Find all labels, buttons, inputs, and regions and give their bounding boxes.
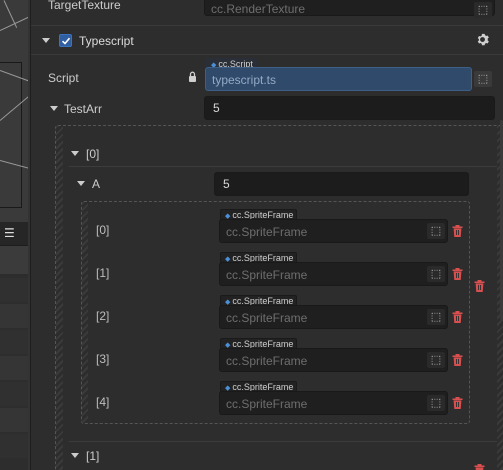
- list-item[interactable]: [0, 330, 28, 354]
- a-item-label: [1]: [96, 266, 110, 280]
- sprite-frame-field[interactable]: cc.SpriteFrame ⬚: [219, 262, 448, 286]
- target-texture-value: cc.RenderTexture: [211, 2, 306, 16]
- sprite-frame-value: cc.SpriteFrame: [226, 225, 308, 239]
- component-enabled-checkbox[interactable]: [59, 34, 72, 47]
- a-item-label: [3]: [96, 352, 110, 366]
- left-panel: ☰: [0, 0, 30, 470]
- element-1-collapse-icon[interactable]: [71, 453, 79, 458]
- component-title: Typescript: [79, 34, 134, 48]
- a-collapse-icon[interactable]: [77, 181, 85, 186]
- a-item-row: [2] ◆ cc.SpriteFrame cc.SpriteFrame ⬚: [31, 295, 503, 331]
- element-0-label: [0]: [86, 147, 100, 161]
- sprite-frame-field[interactable]: cc.SpriteFrame ⬚: [219, 391, 448, 415]
- testarr-size-input[interactable]: 5: [204, 96, 495, 120]
- script-value: typescript.ts: [212, 73, 277, 87]
- list-item[interactable]: [0, 434, 28, 458]
- a-item-label: [2]: [96, 309, 110, 323]
- inspector-panel: TargetTexture cc.RenderTexture ⬚ Typescr…: [30, 0, 503, 470]
- component-header[interactable]: Typescript: [31, 26, 503, 54]
- pick-asset-icon[interactable]: ⬚: [427, 395, 445, 411]
- divider: [31, 54, 503, 55]
- a-size-input[interactable]: 5: [214, 172, 469, 196]
- a-item-row: [0] ◆ cc.SpriteFrame cc.SpriteFrame ⬚: [31, 209, 503, 245]
- scene-view-remnant[interactable]: [0, 0, 28, 222]
- lock-icon: [188, 71, 197, 85]
- sprite-frame-field[interactable]: cc.SpriteFrame ⬚: [219, 219, 448, 243]
- element-1-trash-icon[interactable]: [474, 464, 486, 470]
- element-1-label: [1]: [86, 449, 100, 463]
- target-texture-pick-icon[interactable]: ⬚: [474, 2, 492, 18]
- a-item-label: [4]: [96, 395, 110, 409]
- script-field[interactable]: typescript.ts: [205, 67, 472, 91]
- divider: [69, 441, 497, 442]
- list-item[interactable]: [0, 304, 28, 328]
- target-texture-label: TargetTexture: [48, 0, 121, 12]
- element-0-collapse-icon[interactable]: [71, 151, 79, 156]
- sprite-frame-value: cc.SpriteFrame: [226, 354, 308, 368]
- pick-asset-icon[interactable]: ⬚: [427, 266, 445, 282]
- collapse-toggle-icon[interactable]: [42, 38, 50, 43]
- sprite-frame-field[interactable]: cc.SpriteFrame ⬚: [219, 305, 448, 329]
- trash-icon[interactable]: [452, 311, 464, 324]
- sprite-frame-value: cc.SpriteFrame: [226, 397, 308, 411]
- trash-icon[interactable]: [452, 268, 464, 281]
- sprite-frame-value: cc.SpriteFrame: [226, 311, 308, 325]
- list-item[interactable]: [0, 356, 28, 380]
- sprite-frame-field[interactable]: cc.SpriteFrame ⬚: [219, 348, 448, 372]
- script-label: Script: [48, 71, 79, 85]
- left-panel-header: [0, 246, 28, 274]
- list-item[interactable]: [0, 278, 28, 302]
- pick-asset-icon[interactable]: ⬚: [427, 352, 445, 368]
- trash-icon[interactable]: [452, 397, 464, 410]
- a-item-label: [0]: [96, 223, 110, 237]
- pick-asset-icon[interactable]: ⬚: [427, 223, 445, 239]
- list-icon[interactable]: ☰: [4, 227, 15, 239]
- script-pick-icon[interactable]: ⬚: [474, 71, 492, 87]
- gear-icon[interactable]: [476, 33, 489, 49]
- sprite-frame-value: cc.SpriteFrame: [226, 268, 308, 282]
- a-item-row: [4] ◆ cc.SpriteFrame cc.SpriteFrame ⬚: [31, 381, 503, 417]
- element-0-trash-icon[interactable]: [474, 280, 486, 293]
- a-item-row: [3] ◆ cc.SpriteFrame cc.SpriteFrame ⬚: [31, 338, 503, 374]
- a-label: A: [92, 177, 101, 191]
- list-item[interactable]: [0, 382, 28, 406]
- trash-icon[interactable]: [452, 225, 464, 238]
- target-texture-field[interactable]: cc.RenderTexture ⬚: [204, 0, 495, 18]
- left-toolbar: ☰: [0, 222, 28, 246]
- trash-icon[interactable]: [452, 354, 464, 367]
- list-item[interactable]: [0, 408, 28, 432]
- divider: [69, 166, 497, 167]
- pick-asset-icon[interactable]: ⬚: [427, 309, 445, 325]
- left-panel-list: [0, 274, 28, 470]
- testarr-collapse-icon[interactable]: [50, 106, 58, 111]
- a-item-row: [1] ◆ cc.SpriteFrame cc.SpriteFrame ⬚: [31, 252, 503, 288]
- testarr-label: TestArr: [64, 102, 103, 116]
